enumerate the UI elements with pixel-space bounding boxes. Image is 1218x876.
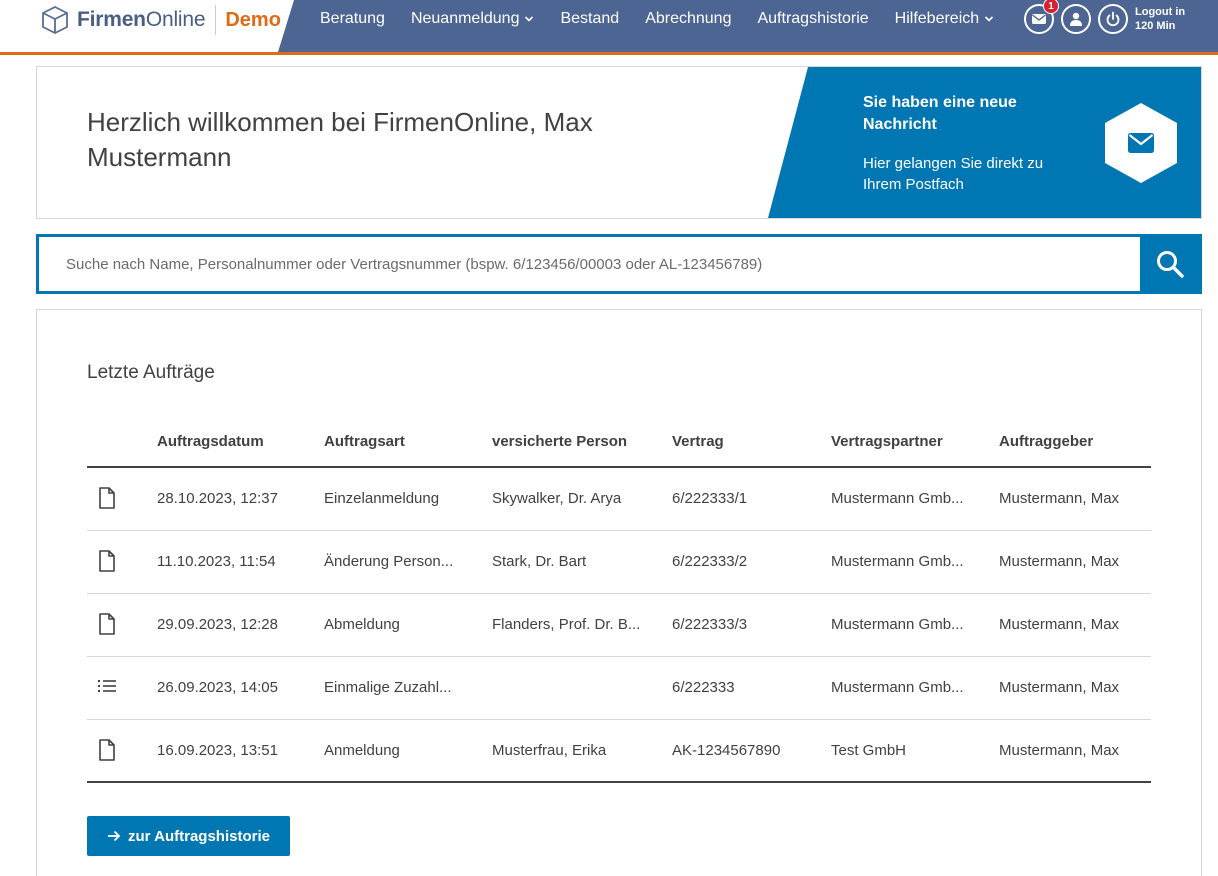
new-message-banner[interactable]: Sie haben eine neue Nachricht Hier gelan… <box>768 67 1201 218</box>
page: FirmenOnline Demo Beratung Neuanmeldung Be… <box>0 0 1218 876</box>
cell-contract: 6/222333 <box>672 679 735 696</box>
cell-partner: Test GmbH <box>831 742 907 759</box>
cell-type: Einmalige Zuzahl... <box>324 679 452 696</box>
header-accent-line <box>0 52 1218 55</box>
cell-type: Einzelanmeldung <box>324 490 440 507</box>
cell-client: Mustermann, Max <box>999 679 1120 696</box>
cell-contract: AK-1234567890 <box>672 742 781 759</box>
cell-type: Änderung Person... <box>324 553 454 570</box>
top-header: FirmenOnline Demo Beratung Neuanmeldung Be… <box>0 0 1218 56</box>
postbox-hexagon[interactable] <box>1105 103 1177 183</box>
message-title: Sie haben eine neue Nachricht <box>863 94 1017 133</box>
logo-demo-label: Demo <box>225 8 281 31</box>
table-row[interactable]: 28.10.2023, 12:37 Einzelanmeldung Skywalke… <box>87 468 1151 531</box>
arrow-right-icon <box>108 830 121 842</box>
document-icon <box>99 613 115 635</box>
mail-badge: 1 <box>1043 0 1059 14</box>
chevron-down-icon <box>985 16 994 22</box>
order-history-button[interactable]: zur Auftragshistorie <box>87 816 290 856</box>
cell-person: Skywalker, Dr. Arya <box>492 490 622 507</box>
column-header-person[interactable]: versicherte Person <box>492 433 662 450</box>
table-header: Auftragsdatum Auftragsart versicherte Pe… <box>87 420 1151 468</box>
profile-button[interactable] <box>1061 4 1091 34</box>
power-icon <box>1106 11 1120 27</box>
cell-partner: Mustermann Gmb... <box>831 616 964 633</box>
nav-item-label: Beratung <box>320 10 385 27</box>
table-body: 28.10.2023, 12:37 Einzelanmeldung Skywalke… <box>87 468 1151 783</box>
table-row[interactable]: 29.09.2023, 12:28 Abmeldung Flanders, Prof… <box>87 594 1151 657</box>
mail-icon <box>1032 14 1046 24</box>
cell-contract: 6/222333/2 <box>672 553 748 570</box>
cell-contract: 6/222333/1 <box>672 490 748 507</box>
list-icon <box>98 680 116 692</box>
nav-item-label: Neuanmeldung <box>410 10 520 27</box>
welcome-card: Herzlich willkommen bei FirmenOnline, Ma… <box>36 66 1202 219</box>
mail-button[interactable]: 1 <box>1024 0 1059 34</box>
table-row[interactable]: 11.10.2023, 11:54 Änderung Person... Stark… <box>87 531 1151 594</box>
column-header-contract[interactable]: Vertrag <box>672 433 822 450</box>
table-row[interactable]: 26.09.2023, 14:05 Einmalige Zuzahl... 6/22… <box>87 657 1151 720</box>
logo-divider <box>215 5 217 35</box>
cell-client: Mustermann, Max <box>999 553 1120 570</box>
column-header-type[interactable]: Auftragsart <box>324 433 484 450</box>
order-history-label: zur Auftragshistorie <box>128 827 270 845</box>
recent-orders-title: Letzte Aufträge <box>87 362 215 383</box>
chevron-down-icon <box>525 16 534 22</box>
message-subtitle: Hier gelangen Sie direkt zu Ihrem Postfa… <box>863 155 1044 193</box>
document-icon <box>99 739 115 761</box>
cell-partner: Mustermann Gmb... <box>831 553 964 570</box>
cell-client: Mustermann, Max <box>999 616 1120 633</box>
table-row[interactable]: 16.09.2023, 13:51 Anmeldung Musterfrau, Er… <box>87 720 1151 783</box>
cell-date: 29.09.2023, 12:28 <box>157 616 278 633</box>
cell-client: Mustermann, Max <box>999 742 1120 759</box>
cell-type: Abmeldung <box>324 616 400 633</box>
logout-button[interactable] <box>1098 4 1128 34</box>
cell-contract: 6/222333/3 <box>672 616 748 633</box>
cube-logo-icon <box>42 5 68 35</box>
nav-item-label: Hilfebereich <box>894 10 980 27</box>
cell-type: Anmeldung <box>324 742 400 759</box>
cell-date: 26.09.2023, 14:05 <box>157 679 278 696</box>
search-bar <box>36 234 1202 294</box>
nav-item-beratung[interactable]: Beratung <box>320 10 385 28</box>
nav-item-neuanmeldung[interactable]: Neuanmeldung <box>411 10 535 28</box>
cell-client: Mustermann, Max <box>999 490 1120 507</box>
nav-item-abrechnung[interactable]: Abrechnung <box>645 10 731 28</box>
logo[interactable]: FirmenOnline Demo <box>41 4 281 36</box>
column-header-date[interactable]: Auftragsdatum <box>157 433 317 450</box>
cell-person: Stark, Dr. Bart <box>492 553 587 570</box>
column-header-client[interactable]: Auftraggeber <box>999 433 1149 450</box>
cell-date: 16.09.2023, 13:51 <box>157 742 278 759</box>
nav-item-hilfebereich[interactable]: Hilfebereich <box>895 10 994 28</box>
nav-item-auftragshistorie[interactable]: Auftragshistorie <box>757 10 868 28</box>
cell-partner: Mustermann Gmb... <box>831 490 964 507</box>
user-icon <box>1070 12 1082 26</box>
cell-person: Flanders, Prof. Dr. B... <box>492 616 641 633</box>
header-actions: 1 Logout in 120 Min <box>1024 0 1195 34</box>
orders-table: Auftragsdatum Auftragsart versicherte Pe… <box>87 420 1151 783</box>
search-input[interactable] <box>39 237 1141 291</box>
cell-person: Musterfrau, Erika <box>492 742 607 759</box>
envelope-icon <box>1128 133 1154 153</box>
nav-item-label: Bestand <box>560 10 620 27</box>
search-button[interactable] <box>1140 237 1199 291</box>
logo-text: FirmenOnline <box>77 8 206 31</box>
cell-partner: Mustermann Gmb... <box>831 679 964 696</box>
cell-date: 28.10.2023, 12:37 <box>157 490 278 507</box>
welcome-title: Herzlich willkommen bei FirmenOnline, Ma… <box>87 107 593 172</box>
cell-date: 11.10.2023, 11:54 <box>157 553 276 570</box>
nav-item-bestand[interactable]: Bestand <box>560 10 619 28</box>
document-icon <box>99 487 115 509</box>
nav-item-label: Abrechnung <box>645 10 732 27</box>
main-nav: Beratung Neuanmeldung Bestand Abrechnung Auf… <box>320 0 1020 38</box>
recent-orders-card: Letzte Aufträge Auftragsdatum Auftragsar… <box>36 309 1202 876</box>
document-icon <box>99 550 115 572</box>
logout-timer: Logout in 120 Min <box>1135 6 1186 32</box>
search-icon <box>1156 251 1184 278</box>
nav-item-label: Auftragshistorie <box>757 10 869 27</box>
column-header-partner[interactable]: Vertragspartner <box>831 433 991 450</box>
